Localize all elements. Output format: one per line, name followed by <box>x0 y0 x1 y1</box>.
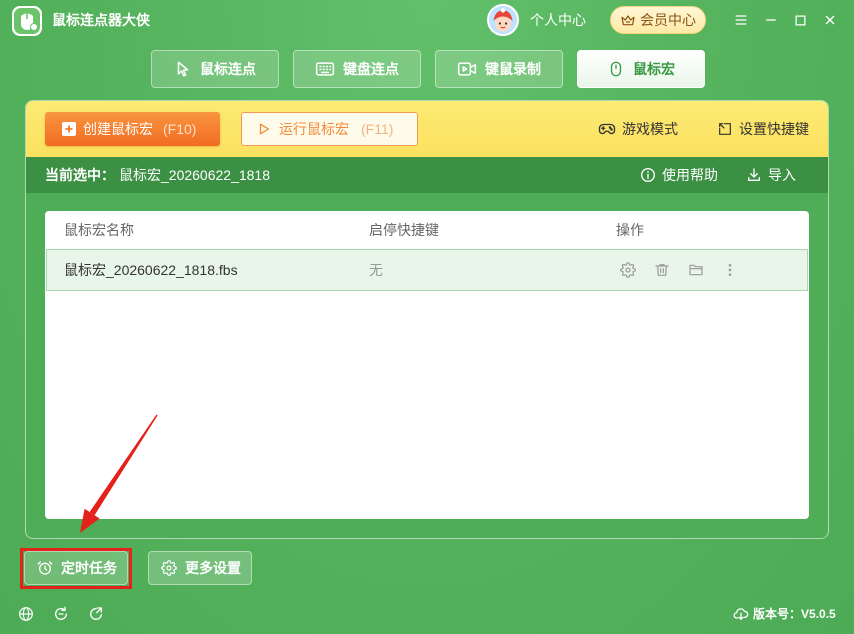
scheduled-task-label: 定时任务 <box>61 560 117 576</box>
main-panel: 创建鼠标宏 (F10) 运行鼠标宏 (F11) 游戏模式 设置快捷键 当前选中：… <box>25 100 829 539</box>
set-hotkey-button[interactable]: 设置快捷键 <box>717 118 809 140</box>
tab-label: 鼠标宏 <box>633 61 675 77</box>
keyboard-icon <box>315 59 335 79</box>
create-macro-label: 创建鼠标宏 <box>83 121 153 137</box>
menu-icon <box>733 12 749 28</box>
tab-record[interactable]: 键鼠录制 <box>435 50 563 88</box>
help-label: 使用帮助 <box>662 167 718 183</box>
globe-icon[interactable] <box>18 606 34 622</box>
import-label: 导入 <box>768 167 796 183</box>
macro-toolbar: 创建鼠标宏 (F10) 运行鼠标宏 (F11) 游戏模式 设置快捷键 <box>26 101 828 157</box>
help-button[interactable]: 使用帮助 <box>640 164 718 186</box>
sync-icon[interactable] <box>53 606 69 622</box>
more-settings-button[interactable]: 更多设置 <box>148 551 252 585</box>
current-selection-value: 鼠标宏_20260622_1818 <box>119 167 271 183</box>
table-header: 鼠标宏名称 启停快捷键 操作 <box>45 211 809 249</box>
version-number: V5.0.5 <box>801 607 836 621</box>
selection-bar: 当前选中： 鼠标宏_20260622_1818 使用帮助 导入 <box>26 157 828 193</box>
game-mode-label: 游戏模式 <box>622 121 678 137</box>
minimize-icon <box>763 12 779 28</box>
trash-icon[interactable] <box>654 262 670 278</box>
vip-center-label: 会员中心 <box>640 12 696 28</box>
current-selection-prefix: 当前选中： <box>45 167 115 183</box>
run-macro-label: 运行鼠标宏 <box>279 121 349 137</box>
vip-center-button[interactable]: 会员中心 <box>610 6 706 34</box>
set-hotkey-label: 设置快捷键 <box>739 121 809 137</box>
run-macro-button[interactable]: 运行鼠标宏 (F11) <box>241 112 418 146</box>
column-header-actions: 操作 <box>616 222 644 238</box>
column-header-name: 鼠标宏名称 <box>64 222 134 238</box>
more-vertical-icon[interactable] <box>722 262 738 278</box>
create-macro-hotkey: (F10) <box>163 121 197 137</box>
avatar[interactable] <box>487 4 519 36</box>
mouse-icon <box>607 60 625 78</box>
menu-button[interactable] <box>729 8 753 32</box>
gear-icon[interactable] <box>620 262 636 278</box>
maximize-icon <box>793 13 808 28</box>
column-header-hotkey: 启停快捷键 <box>369 222 439 238</box>
tab-label: 键盘连点 <box>343 61 399 77</box>
macro-table: 鼠标宏名称 启停快捷键 操作 鼠标宏_20260622_1818.fbs 无 <box>45 211 809 519</box>
video-record-icon <box>457 59 477 79</box>
create-macro-button[interactable]: 创建鼠标宏 (F10) <box>45 112 220 146</box>
scheduled-task-button[interactable]: 定时任务 <box>24 551 128 585</box>
gear-icon <box>161 560 177 576</box>
app-title: 鼠标连点器大侠 <box>52 12 150 28</box>
version-info: 版本号：V5.0.5 <box>753 606 836 622</box>
table-row[interactable]: 鼠标宏_20260622_1818.fbs 无 <box>46 249 808 291</box>
update-icon[interactable] <box>88 606 104 622</box>
game-mode-button[interactable]: 游戏模式 <box>598 118 678 140</box>
tab-mouse-macro[interactable]: 鼠标宏 <box>577 50 705 88</box>
cursor-icon <box>174 60 192 78</box>
maximize-button[interactable] <box>788 8 812 32</box>
import-button[interactable]: 导入 <box>746 164 796 186</box>
macro-name-cell: 鼠标宏_20260622_1818.fbs <box>64 262 238 278</box>
add-file-icon <box>61 121 77 137</box>
run-macro-hotkey: (F11) <box>361 121 394 137</box>
minimize-button[interactable] <box>759 8 783 32</box>
import-icon <box>746 167 762 183</box>
close-button[interactable] <box>818 8 842 32</box>
macro-hotkey-cell: 无 <box>369 262 383 278</box>
version-label: 版本号： <box>753 607 802 621</box>
tab-mouse-click[interactable]: 鼠标连点 <box>151 50 279 88</box>
more-settings-label: 更多设置 <box>185 560 241 576</box>
user-center-link[interactable]: 个人中心 <box>530 11 586 29</box>
crown-icon <box>620 12 636 28</box>
info-icon <box>640 167 656 183</box>
close-icon <box>822 12 838 28</box>
cloud-download-icon[interactable] <box>733 606 749 622</box>
play-icon <box>257 122 271 136</box>
tab-keyboard-click[interactable]: 键盘连点 <box>293 50 421 88</box>
alarm-clock-icon <box>37 560 53 576</box>
app-logo-icon <box>12 6 42 36</box>
tab-label: 键鼠录制 <box>485 61 541 77</box>
hotkey-icon <box>717 121 733 137</box>
gamepad-icon <box>598 120 616 138</box>
folder-icon[interactable] <box>688 262 704 278</box>
tab-label: 鼠标连点 <box>200 61 256 77</box>
